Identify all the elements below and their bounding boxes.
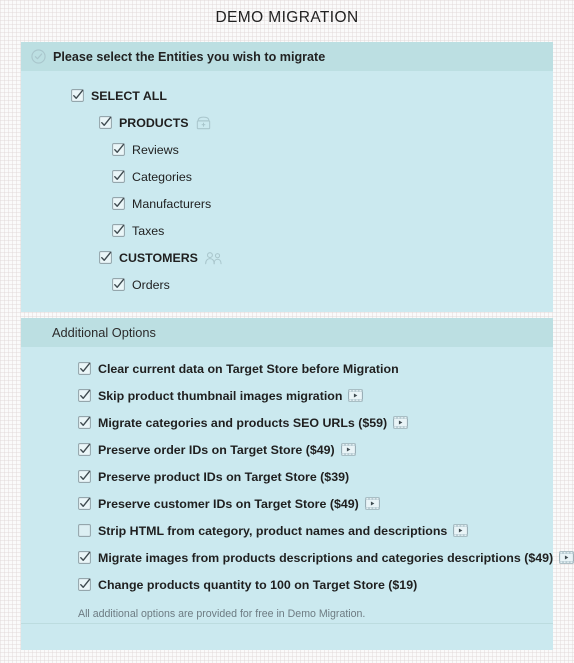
entity-row-label: Taxes <box>132 223 165 238</box>
checkbox-checked-icon[interactable] <box>78 362 91 375</box>
option-label: Strip HTML from category, product names … <box>98 523 448 538</box>
users-icon <box>205 251 222 264</box>
option-row[interactable]: Skip product thumbnail images migration <box>21 382 553 409</box>
options-list: Clear current data on Target Store befor… <box>21 347 574 598</box>
checkbox-checked-icon[interactable] <box>112 197 125 210</box>
entity-row[interactable]: Taxes <box>21 217 553 244</box>
entity-row-label: CUSTOMERS <box>119 250 198 265</box>
entity-row[interactable]: Manufacturers <box>21 190 553 217</box>
option-row[interactable]: Clear current data on Target Store befor… <box>21 355 553 382</box>
film-video-icon[interactable] <box>364 497 380 510</box>
option-label: Migrate images from products description… <box>98 550 554 565</box>
checkbox-checked-icon[interactable] <box>78 443 91 456</box>
option-row[interactable]: Preserve product IDs on Target Store ($3… <box>21 463 553 490</box>
option-label: Preserve order IDs on Target Store ($49) <box>98 442 335 457</box>
checkbox-checked-icon[interactable] <box>78 389 91 402</box>
option-row[interactable]: Preserve order IDs on Target Store ($49) <box>21 436 553 463</box>
entity-row[interactable]: Orders <box>21 271 553 298</box>
option-label: Change products quantity to 100 on Targe… <box>98 577 418 592</box>
entity-row[interactable]: SELECT ALL <box>21 82 553 109</box>
checkbox-checked-icon[interactable] <box>78 497 91 510</box>
entity-row-label: Categories <box>132 169 192 184</box>
option-row[interactable]: Strip HTML from category, product names … <box>21 517 553 544</box>
box-icon <box>196 116 210 129</box>
entity-row-label: Manufacturers <box>132 196 212 211</box>
checkbox-checked-icon[interactable] <box>78 551 91 564</box>
option-label: Preserve customer IDs on Target Store ($… <box>98 496 359 511</box>
entity-row-label: PRODUCTS <box>119 115 189 130</box>
options-note: All additional options are provided for … <box>78 608 366 620</box>
entity-row[interactable]: CUSTOMERS <box>21 244 553 271</box>
additional-options-header: Additional Options <box>21 318 553 347</box>
film-video-icon[interactable] <box>453 524 469 537</box>
option-row[interactable]: Migrate images from products description… <box>21 544 574 571</box>
checkbox-checked-icon[interactable] <box>78 470 91 483</box>
option-label: Clear current data on Target Store befor… <box>98 361 399 376</box>
option-label: Skip product thumbnail images migration <box>98 388 343 403</box>
checkbox-checked-icon[interactable] <box>112 278 125 291</box>
entities-panel-header-label: Please select the Entities you wish to m… <box>53 49 326 64</box>
checkbox-checked-icon[interactable] <box>99 251 112 264</box>
option-row[interactable]: Migrate categories and products SEO URLs… <box>21 409 553 436</box>
checkbox-checked-icon[interactable] <box>78 578 91 591</box>
additional-options-header-label: Additional Options <box>52 325 156 340</box>
entity-row-label: Orders <box>132 277 170 292</box>
entity-row-label: Reviews <box>132 142 179 157</box>
entity-row[interactable]: Reviews <box>21 136 553 163</box>
film-video-icon[interactable] <box>340 443 356 456</box>
circle-check-icon <box>31 49 46 64</box>
checkbox-checked-icon[interactable] <box>112 143 125 156</box>
entity-row[interactable]: PRODUCTS <box>21 109 553 136</box>
panel-divider <box>21 623 553 624</box>
entities-panel-header: Please select the Entities you wish to m… <box>21 42 553 71</box>
entity-tree: SELECT ALL PRODUCTS Reviews Categories Manuf… <box>21 71 553 298</box>
film-video-icon[interactable] <box>348 389 364 402</box>
additional-options-panel: Additional Options Clear current data on… <box>21 318 574 650</box>
entity-row[interactable]: Categories <box>21 163 553 190</box>
checkbox-checked-icon[interactable] <box>78 416 91 429</box>
option-label: Migrate categories and products SEO URLs… <box>98 415 388 430</box>
checkbox-checked-icon[interactable] <box>71 89 84 102</box>
film-video-icon[interactable] <box>393 416 409 429</box>
page-title: DEMO MIGRATION <box>215 9 359 26</box>
film-video-icon[interactable] <box>559 551 574 564</box>
checkbox-checked-icon[interactable] <box>112 224 125 237</box>
entity-row-label: SELECT ALL <box>91 88 167 103</box>
entities-panel: Please select the Entities you wish to m… <box>21 42 553 312</box>
checkbox-unchecked-icon[interactable] <box>78 524 91 537</box>
option-row[interactable]: Change products quantity to 100 on Targe… <box>21 571 553 598</box>
option-label: Preserve product IDs on Target Store ($3… <box>98 469 350 484</box>
option-row[interactable]: Preserve customer IDs on Target Store ($… <box>21 490 553 517</box>
checkbox-checked-icon[interactable] <box>112 170 125 183</box>
checkbox-checked-icon[interactable] <box>99 116 112 129</box>
